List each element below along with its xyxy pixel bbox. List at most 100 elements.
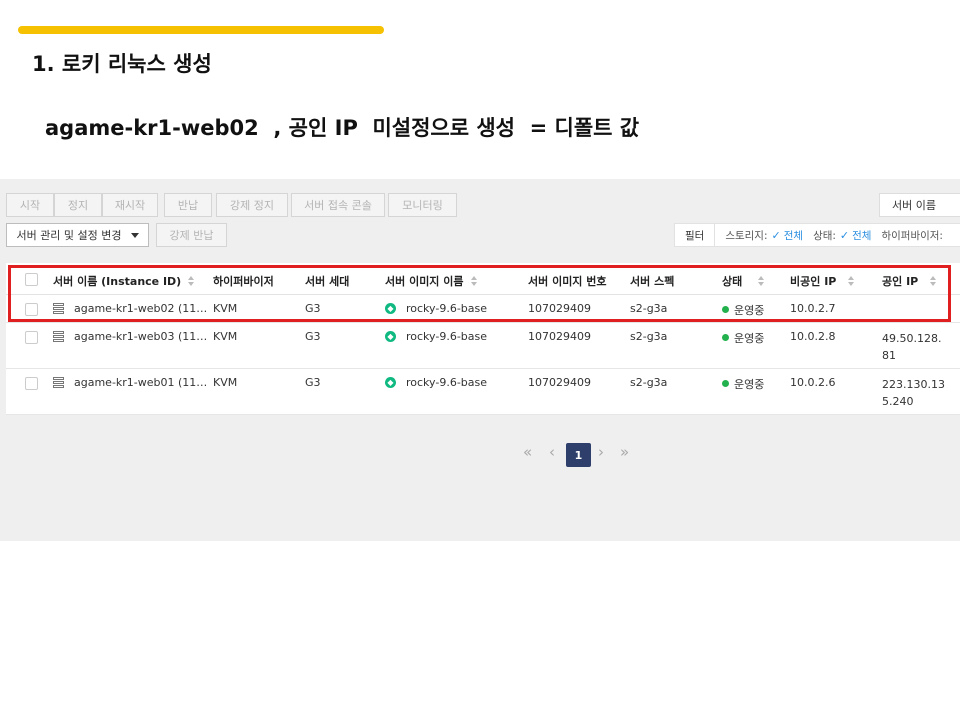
server-console: 시작 정지 재시작 반납 강제 정지 서버 접속 콘솔 모니터링 서버 관리 및… — [0, 179, 960, 541]
select-all-checkbox[interactable] — [25, 273, 38, 286]
col-image-name-label: 서버 이미지 이름 — [385, 275, 464, 288]
sort-icon — [758, 276, 765, 286]
next-page-icon[interactable]: › — [598, 443, 604, 461]
first-page-icon[interactable]: « — [523, 443, 532, 461]
manage-label: 서버 관리 및 설정 변경 — [16, 229, 122, 242]
generation: G3 — [305, 330, 321, 343]
storage-filter-label: 스토리지: — [725, 229, 768, 242]
last-page-icon[interactable]: » — [620, 443, 629, 461]
hypervisor: KVM — [213, 376, 238, 389]
col-generation: 서버 세대 — [305, 273, 349, 289]
force-return-button[interactable]: 강제 반납 — [156, 223, 227, 247]
spec: s2-g3a — [630, 302, 668, 315]
col-generation-label: 서버 세대 — [305, 275, 350, 288]
col-image-no-label: 서버 이미지 번호 — [528, 275, 607, 288]
col-image-name[interactable]: 서버 이미지 이름 — [385, 273, 477, 289]
image-name: rocky-9.6-base — [406, 302, 488, 315]
image-no: 107029409 — [528, 302, 591, 315]
return-button[interactable]: 반납 — [164, 193, 212, 217]
col-public-ip[interactable]: 공인 IP — [882, 273, 937, 289]
server-icon — [53, 331, 64, 342]
image-no: 107029409 — [528, 376, 591, 389]
storage-filter-value: 전체 — [783, 229, 804, 242]
col-public-ip-label: 공인 IP — [882, 275, 919, 288]
server-icon — [53, 303, 64, 314]
rocky-linux-icon: ◆ — [385, 377, 396, 388]
private-ip: 10.0.2.7 — [790, 302, 836, 315]
stop-button[interactable]: 정지 — [54, 193, 102, 217]
state-filter-label: 상태: — [813, 229, 836, 242]
check-icon: ✓ — [839, 228, 850, 242]
col-hypervisor-label: 하이퍼바이저 — [213, 275, 274, 288]
server-table: 서버 이름 (Instance ID) 하이퍼바이저 서버 세대 서버 이미지 … — [6, 263, 960, 415]
slide-title: 1. 로키 리눅스 생성 — [32, 52, 212, 76]
sort-icon — [188, 276, 195, 286]
col-status-label: 상태 — [722, 275, 743, 288]
server-name[interactable]: agame-kr1-web03 (11… — [74, 330, 207, 343]
status-label: 운영중 — [734, 378, 765, 391]
status: 운영중 — [722, 330, 764, 346]
row-checkbox[interactable] — [25, 377, 38, 390]
col-status[interactable]: 상태 — [722, 273, 765, 289]
sort-icon — [930, 276, 937, 286]
table-row[interactable]: agame-kr1-web01 (11… KVM G3 ◆ rocky-9.6-… — [6, 369, 960, 415]
server-icon — [53, 377, 64, 388]
public-ip: 223.130.135.240 — [882, 378, 945, 408]
image-name: rocky-9.6-base — [406, 376, 488, 389]
monitoring-button[interactable]: 모니터링 — [388, 193, 457, 217]
storage-filter[interactable]: 스토리지: ✓ 전체 — [725, 228, 803, 243]
table-row[interactable]: agame-kr1-web02 (11… KVM G3 ◆ rocky-9.6-… — [6, 295, 960, 323]
server-name[interactable]: agame-kr1-web01 (11… — [74, 376, 207, 389]
image-name: rocky-9.6-base — [406, 330, 488, 343]
status-label: 운영중 — [734, 332, 765, 345]
force-stop-button[interactable]: 강제 정지 — [216, 193, 288, 217]
hypervisor: KVM — [213, 302, 238, 315]
col-private-ip[interactable]: 비공인 IP — [790, 273, 855, 289]
caret-down-icon — [130, 232, 139, 238]
console-button[interactable]: 서버 접속 콘솔 — [291, 193, 385, 217]
private-ip: 10.0.2.6 — [790, 376, 836, 389]
status-dot-icon — [722, 334, 729, 341]
slide-subtitle: agame-kr1-web02 , 공인 IP 미설정으로 생성 = 디폴트 값 — [45, 116, 640, 140]
sort-icon — [848, 276, 855, 286]
private-ip: 10.0.2.8 — [790, 330, 836, 343]
generation: G3 — [305, 302, 321, 315]
row-checkbox[interactable] — [25, 331, 38, 344]
rocky-linux-icon: ◆ — [385, 303, 396, 314]
public-ip: 49.50.128.81 — [882, 332, 942, 362]
col-name-label: 서버 이름 (Instance ID) — [53, 275, 182, 288]
status: 운영중 — [722, 376, 764, 392]
server-name[interactable]: agame-kr1-web02 (11… — [74, 302, 207, 315]
state-filter[interactable]: 상태: ✓ 전체 — [813, 228, 871, 243]
prev-page-icon[interactable]: ‹ — [549, 443, 555, 461]
hypervisor: KVM — [213, 330, 238, 343]
col-image-no: 서버 이미지 번호 — [528, 273, 607, 289]
status-dot-icon — [722, 380, 729, 387]
filter-bar: 필터 스토리지: ✓ 전체 상태: ✓ 전체 하이퍼바이저: — [674, 223, 960, 247]
table-header: 서버 이름 (Instance ID) 하이퍼바이저 서버 세대 서버 이미지 … — [6, 263, 960, 295]
check-icon: ✓ — [771, 228, 781, 242]
filter-button[interactable]: 필터 — [675, 224, 716, 246]
status: 운영중 — [722, 302, 764, 318]
page-current[interactable]: 1 — [566, 443, 591, 467]
start-button[interactable]: 시작 — [6, 193, 54, 217]
row-checkbox[interactable] — [25, 303, 38, 316]
col-name[interactable]: 서버 이름 (Instance ID) — [53, 273, 195, 289]
rocky-linux-icon: ◆ — [385, 331, 396, 342]
spec: s2-g3a — [630, 330, 668, 343]
hypervisor-filter[interactable]: 하이퍼바이저: — [881, 228, 943, 243]
image-no: 107029409 — [528, 330, 591, 343]
col-private-ip-label: 비공인 IP — [790, 275, 837, 288]
search-field-select[interactable]: 서버 이름 — [879, 193, 960, 217]
manage-dropdown[interactable]: 서버 관리 및 설정 변경 — [6, 223, 149, 247]
sort-icon — [470, 276, 477, 286]
status-dot-icon — [722, 306, 729, 313]
col-spec: 서버 스펙 — [630, 273, 674, 289]
status-label: 운영중 — [734, 304, 765, 317]
state-filter-value: 전체 — [852, 229, 872, 242]
accent-bar — [18, 26, 384, 34]
restart-button[interactable]: 재시작 — [102, 193, 158, 217]
spec: s2-g3a — [630, 376, 668, 389]
table-row[interactable]: agame-kr1-web03 (11… KVM G3 ◆ rocky-9.6-… — [6, 323, 960, 369]
generation: G3 — [305, 376, 321, 389]
